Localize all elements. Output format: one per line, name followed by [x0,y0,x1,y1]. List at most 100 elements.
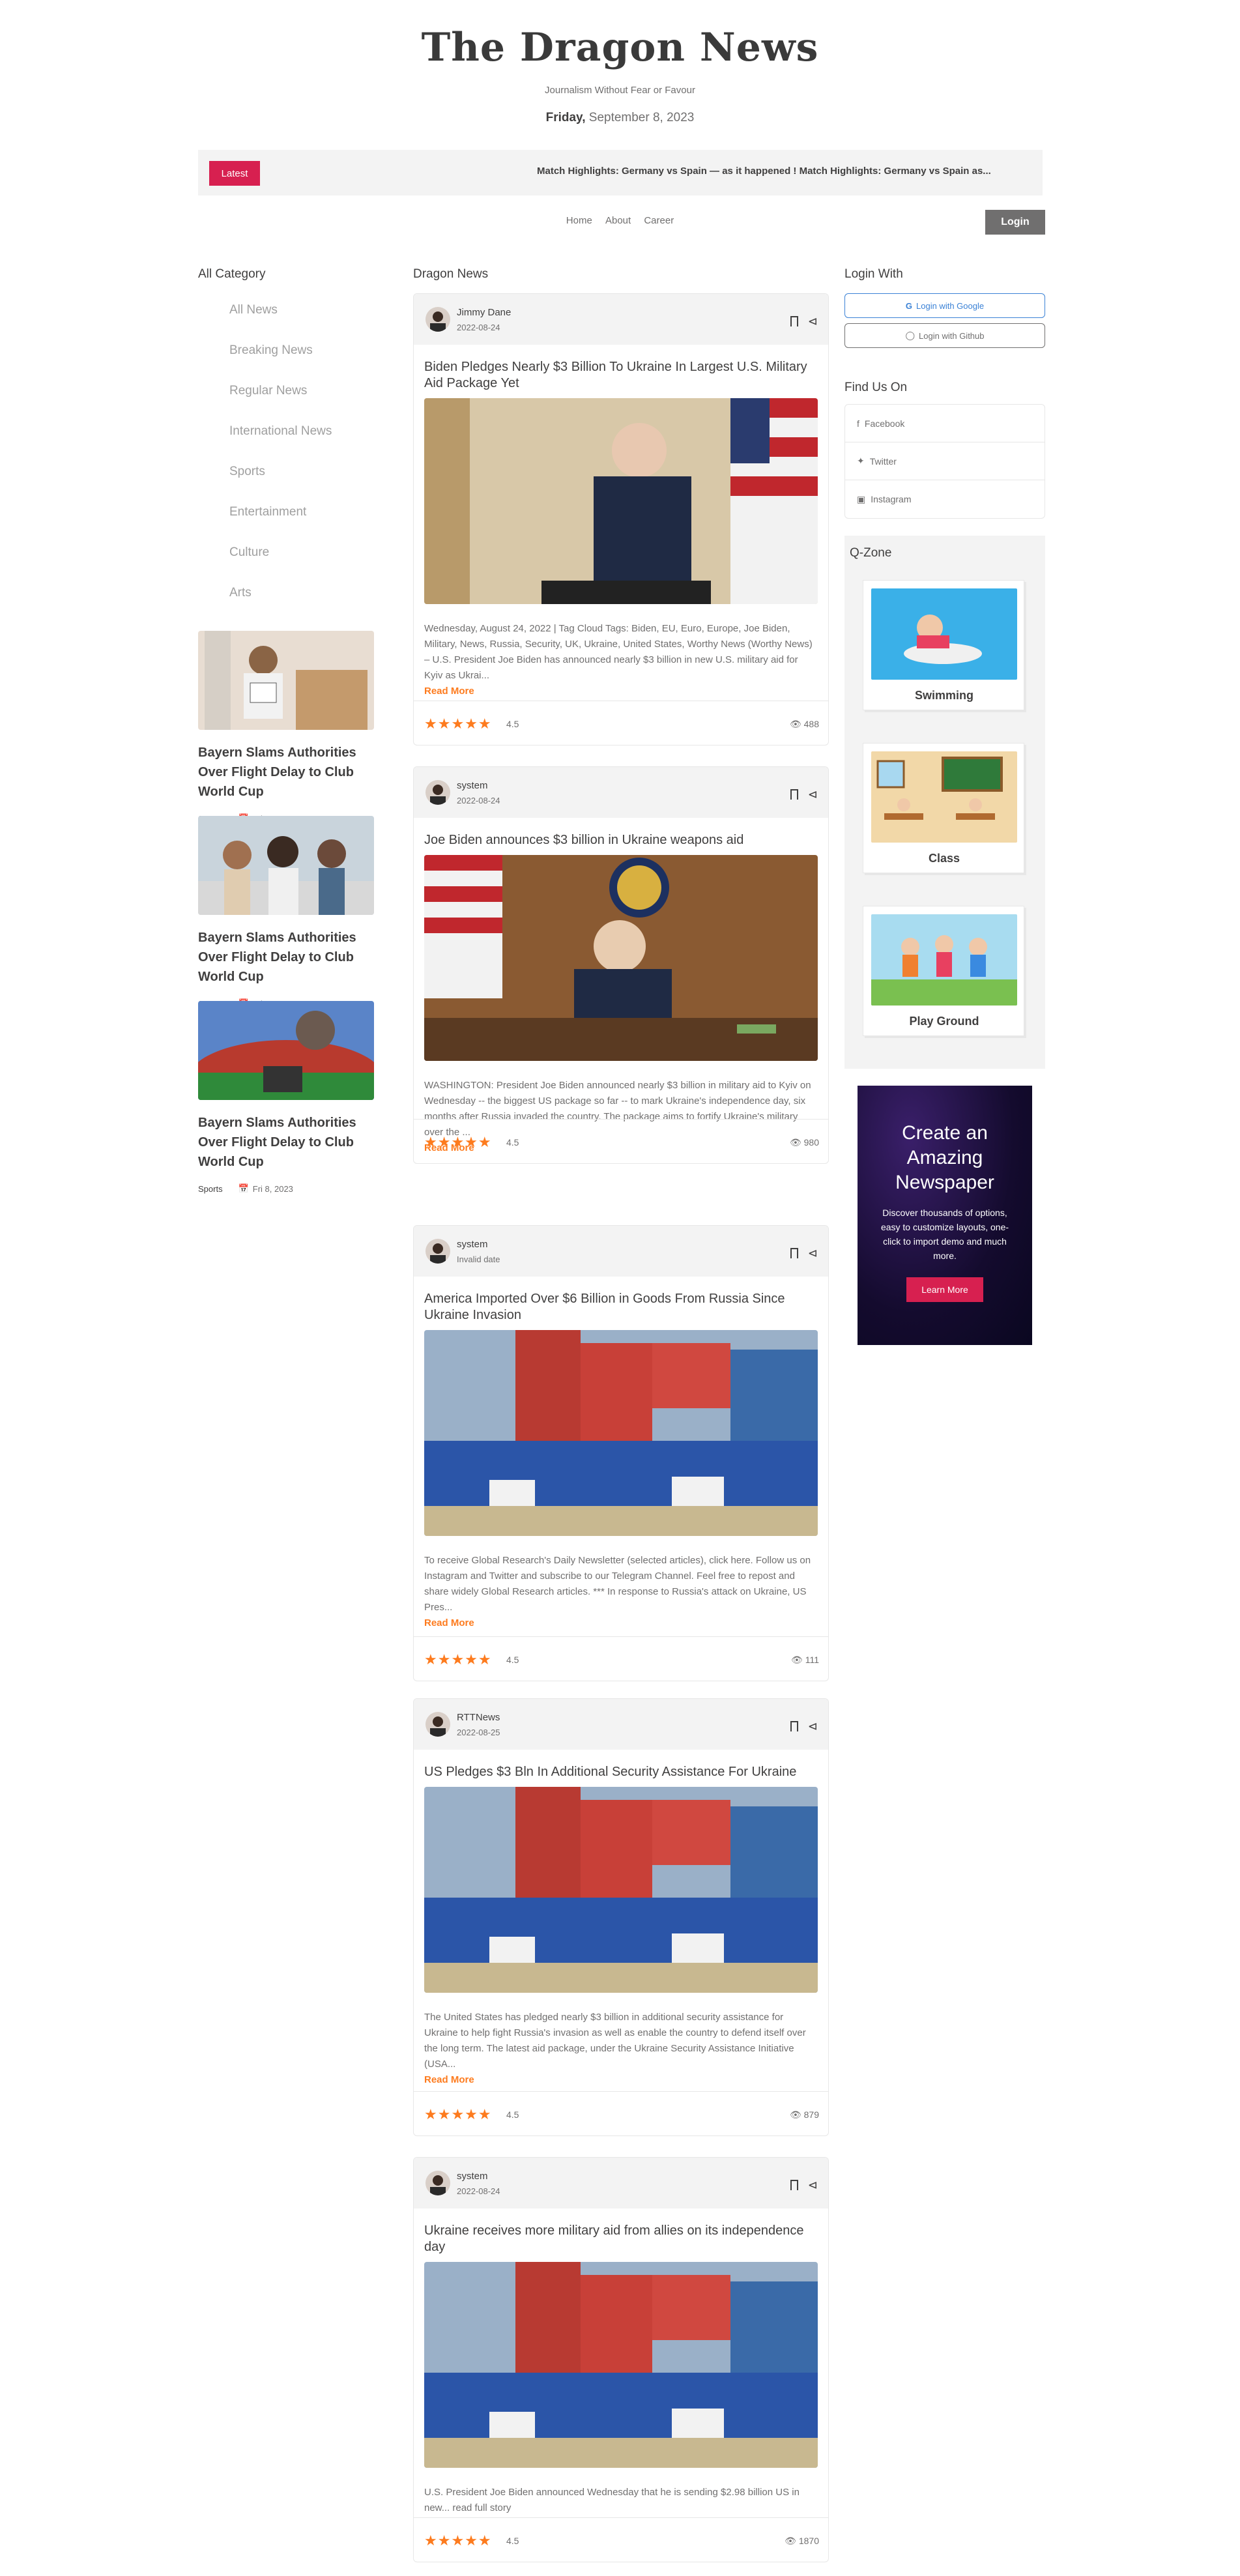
current-date: Friday, September 8, 2023 [545,111,695,124]
author-name: system [457,780,488,791]
card-header: system Invalid date ⊲ [414,1226,828,1277]
published-date: 2022-08-24 [457,2186,500,2196]
nav-about[interactable]: About [605,215,631,226]
bookmark-icon[interactable] [790,789,798,800]
twitter-icon: ✦ [857,456,865,466]
view-count: 👁 980 [789,1137,819,1148]
learn-more-button[interactable]: Learn More [906,1277,983,1302]
find-us-list: f Facebook ✦ Twitter ▣ Instagram [844,404,1045,519]
qzone-card-playground[interactable]: Play Ground [863,906,1024,1036]
card-header: system 2022-08-24 ⊲ [414,2158,828,2208]
promo-banner: Create an Amazing Newspaper Discover tho… [858,1086,1032,1345]
news-title[interactable]: Ukraine receives more military aid from … [414,2208,828,2255]
bookmark-icon[interactable] [790,2180,798,2190]
rating-stars: ★★★★★ [424,1651,492,1668]
swimming-image [871,588,1017,680]
share-icon[interactable]: ⊲ [808,788,818,802]
latest-badge-button[interactable]: Latest [209,161,260,186]
tagline: Journalism Without Fear or Favour [545,85,695,96]
category-list: All News Breaking News Regular News Inte… [229,303,332,626]
qzone-label: Play Ground [909,1015,979,1028]
qzone-title: Q-Zone [850,546,892,560]
card-header: system 2022-08-24 ⊲ [414,767,828,818]
qzone-card-class[interactable]: Class [863,743,1024,873]
side-news-card[interactable]: Bayern Slams Authorities Over Flight Del… [198,631,384,824]
card-header: RTTNews 2022-08-25 ⊲ [414,1699,828,1750]
side-news-title: Bayern Slams Authorities Over Flight Del… [198,1116,356,1169]
news-title[interactable]: US Pledges $3 Bln In Additional Security… [414,1750,828,1780]
eye-icon: 👁 [789,719,801,729]
published-date: 2022-08-24 [457,796,500,805]
promo-title: Create an Amazing Newspaper [895,1122,994,1193]
side-news-card[interactable]: Bayern Slams Authorities Over Flight Del… [198,816,384,1009]
read-more-link[interactable]: Read More [424,1615,818,1631]
news-excerpt: Wednesday, August 24, 2022 | Tag Cloud T… [414,604,828,699]
news-image [424,1787,818,1993]
news-title[interactable]: America Imported Over $6 Billion in Good… [414,1277,828,1324]
news-card: system 2022-08-24 ⊲ Joe Biden announces … [413,766,829,1164]
news-card: RTTNews 2022-08-25 ⊲ US Pledges $3 Bln I… [413,1698,829,2136]
side-news-title: Bayern Slams Authorities Over Flight Del… [198,745,356,799]
side-news-image [198,816,374,915]
rating-value: 4.5 [506,1137,519,1148]
category-regular-news[interactable]: Regular News [229,384,332,424]
view-count: 👁 111 [791,1655,819,1665]
author-avatar [425,307,450,332]
facebook-link[interactable]: f Facebook [845,405,1045,442]
published-date: 2022-08-24 [457,323,500,332]
twitter-link[interactable]: ✦ Twitter [845,442,1045,480]
rating-value: 4.5 [506,2109,519,2120]
share-icon[interactable]: ⊲ [808,2178,818,2192]
news-title[interactable]: Biden Pledges Nearly $3 Billion To Ukrai… [414,345,828,392]
bookmark-icon[interactable] [790,1721,798,1731]
author-name: RTTNews [457,1712,500,1723]
author-avatar [425,1712,450,1737]
instagram-icon: ▣ [857,493,866,504]
news-excerpt: To receive Global Research's Daily Newsl… [414,1536,828,1631]
eye-icon: 👁 [785,2536,796,2546]
category-entertainment[interactable]: Entertainment [229,505,332,545]
news-card: system 2022-08-24 ⊲ Ukraine receives mor… [413,2157,829,2562]
category-international-news[interactable]: International News [229,424,332,465]
category-all-news[interactable]: All News [229,303,332,343]
ticker-text[interactable]: Match Highlights: Germany vs Spain — as … [537,166,991,177]
github-login-button[interactable]: ◯ Login with Github [844,323,1045,348]
rating-value: 4.5 [506,2536,519,2546]
view-count: 👁 488 [789,719,819,729]
category-breaking-news[interactable]: Breaking News [229,343,332,384]
logo: The Dragon News [421,25,819,70]
login-button[interactable]: Login [985,210,1045,235]
news-image [424,398,818,604]
share-icon[interactable]: ⊲ [808,1720,818,1733]
eye-icon: 👁 [791,1655,803,1665]
share-icon[interactable]: ⊲ [808,1247,818,1260]
news-image [424,855,818,1061]
login-with-title: Login With [844,267,903,281]
category-sports[interactable]: Sports [229,465,332,505]
eye-icon: 👁 [789,2109,801,2120]
nav-home[interactable]: Home [566,215,592,226]
qzone-label: Swimming [914,689,973,702]
nav-career[interactable]: Career [644,215,674,226]
read-more-link[interactable]: Read More [424,2072,818,2088]
qzone-card-swimming[interactable]: Swimming [863,580,1024,710]
instagram-link[interactable]: ▣ Instagram [845,480,1045,518]
card-footer: ★★★★★ 4.5 👁 1870 [414,2517,828,2562]
main-nav: Home About Career [0,215,1240,226]
category-culture[interactable]: Culture [229,545,332,586]
news-title[interactable]: Joe Biden announces $3 billion in Ukrain… [414,818,828,848]
class-image [871,751,1017,843]
bookmark-icon[interactable] [790,1248,798,1258]
share-icon[interactable]: ⊲ [808,315,818,328]
bookmark-icon[interactable] [790,316,798,326]
category-arts[interactable]: Arts [229,586,332,626]
rating-stars: ★★★★★ [424,2106,492,2122]
side-news-image [198,1001,374,1100]
author-avatar [425,780,450,805]
read-more-link[interactable]: Read More [424,684,818,699]
facebook-icon: f [857,418,859,429]
side-news-card[interactable]: Bayern Slams Authorities Over Flight Del… [198,1001,384,1194]
google-login-button[interactable]: G Login with Google [844,293,1045,318]
news-card: system Invalid date ⊲ America Imported O… [413,1225,829,1681]
qzone-label: Class [928,852,960,865]
